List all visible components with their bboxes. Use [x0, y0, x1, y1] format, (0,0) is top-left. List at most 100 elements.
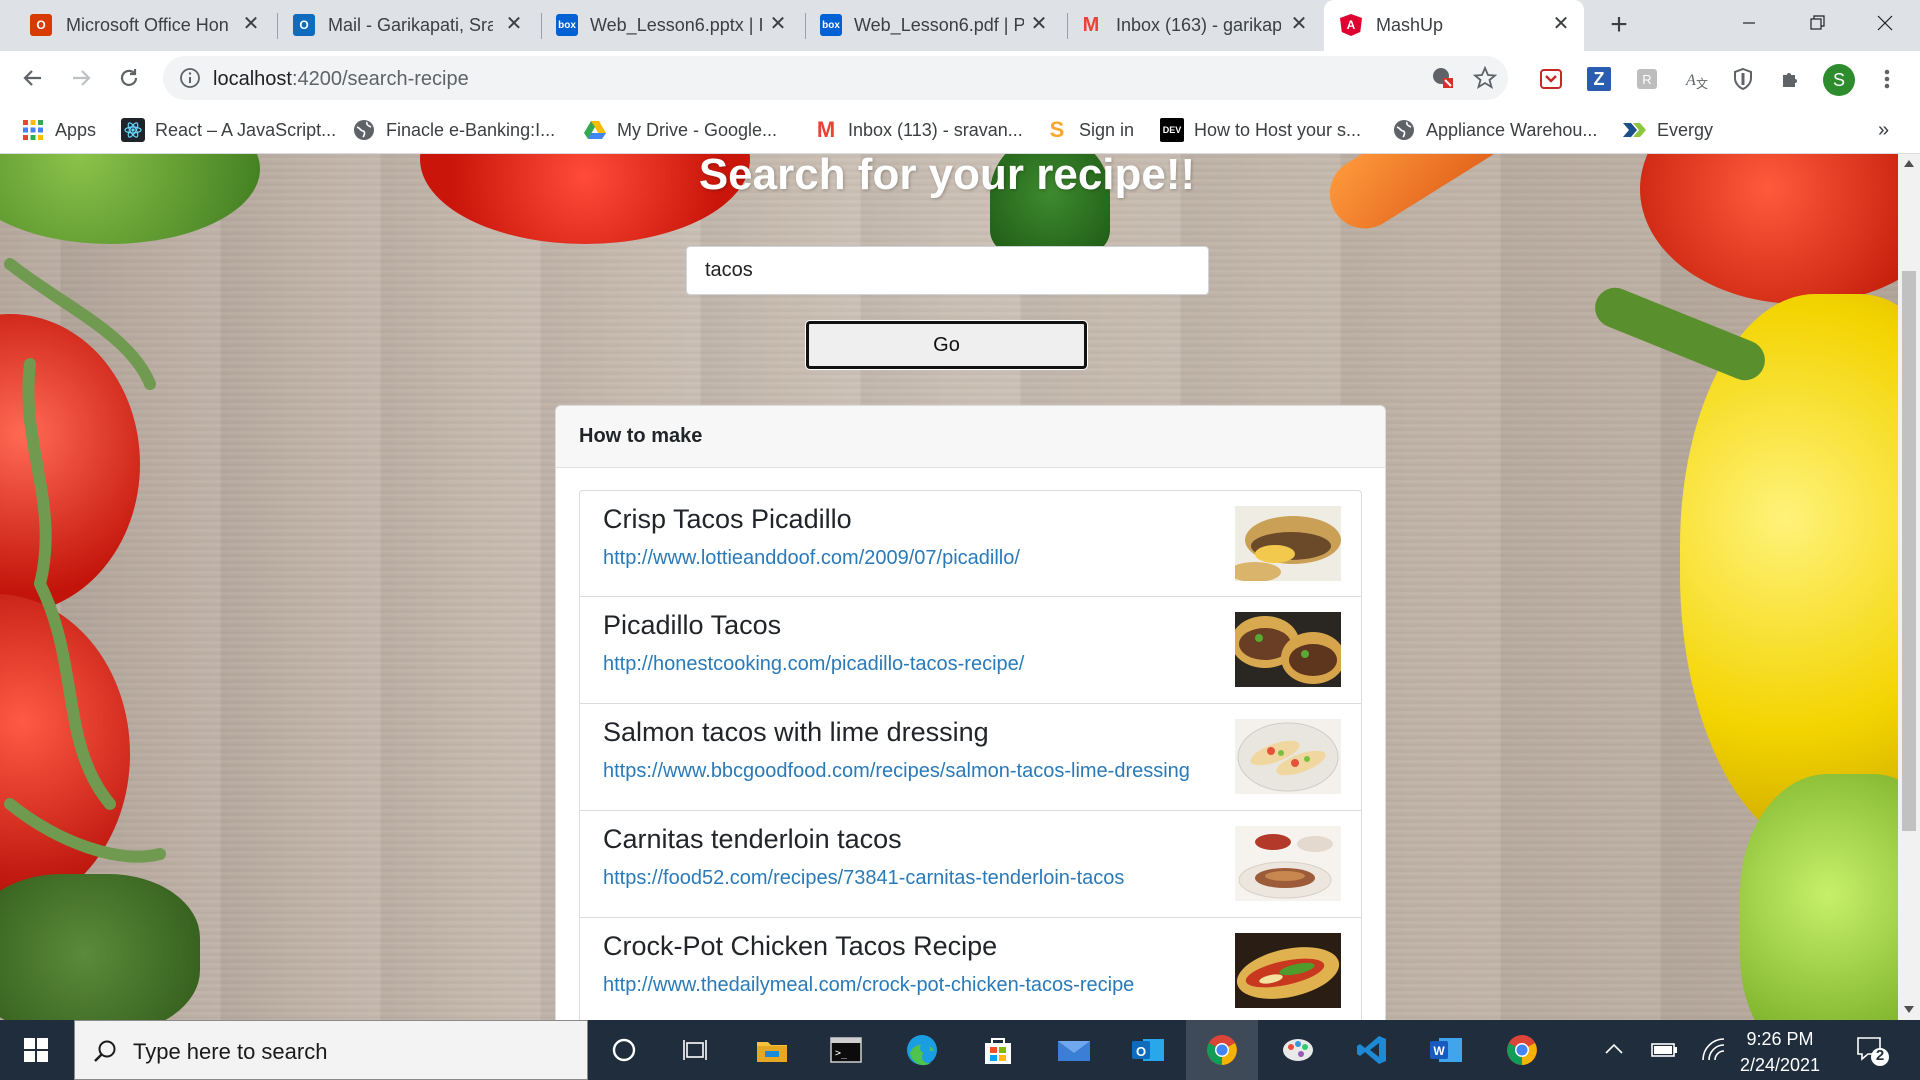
- cortana-button[interactable]: [588, 1020, 660, 1080]
- translate-blocked-icon[interactable]: [1431, 66, 1455, 90]
- tab-pptx[interactable]: box Web_Lesson6.pptx | I ✕: [542, 0, 804, 51]
- close-tab-icon[interactable]: ✕: [1288, 12, 1310, 36]
- list-item[interactable]: Picadillo Tacos http://honestcooking.com…: [579, 597, 1362, 704]
- info-icon[interactable]: [179, 67, 201, 89]
- profile-avatar[interactable]: S: [1823, 64, 1855, 96]
- tab-pdf[interactable]: box Web_Lesson6.pdf | P ✕: [806, 0, 1066, 51]
- go-button[interactable]: Go: [806, 321, 1087, 369]
- recipe-title: Salmon tacos with lime dressing: [603, 717, 989, 747]
- green-pepper-decoration: [1740, 774, 1898, 1020]
- list-item[interactable]: Carnitas tenderloin tacos https://food52…: [579, 811, 1362, 918]
- paint-button[interactable]: [1262, 1020, 1334, 1080]
- bookmark-evergy[interactable]: Evergy: [1623, 116, 1713, 144]
- file-explorer-button[interactable]: [736, 1020, 808, 1080]
- new-tab-button[interactable]: +: [1602, 9, 1636, 43]
- tab-title: Mail - Garikapati, Sra: [328, 15, 493, 35]
- start-button[interactable]: [0, 1020, 72, 1080]
- chrome-menu-button[interactable]: [1873, 65, 1901, 93]
- outlook-button[interactable]: O: [1112, 1020, 1184, 1080]
- address-bar[interactable]: localhost:4200/search-recipe: [163, 56, 1508, 100]
- mail-icon: [1058, 1041, 1090, 1061]
- results-list: Crisp Tacos Picadillo http://www.lottiea…: [579, 490, 1362, 1020]
- scrollbar-thumb[interactable]: [1902, 271, 1916, 831]
- chrome-button-2[interactable]: [1486, 1020, 1558, 1080]
- recipe-link[interactable]: https://www.bbcgoodfood.com/recipes/salm…: [603, 760, 1190, 783]
- bookmark-label: Sign in: [1079, 119, 1135, 140]
- bookmarks-overflow-button[interactable]: »: [1878, 116, 1889, 144]
- clock-time: 9:26 PM: [1746, 1029, 1814, 1049]
- close-window-button[interactable]: [1851, 0, 1919, 46]
- recipe-thumbnail: [1235, 612, 1341, 687]
- task-view-button[interactable]: [660, 1020, 732, 1080]
- chrome-button[interactable]: [1186, 1020, 1258, 1080]
- extensions-menu-button[interactable]: [1777, 65, 1805, 93]
- tab-title: MashUp: [1376, 15, 1444, 35]
- browser-toolbar: localhost:4200/search-recipe Z R A文 S: [0, 51, 1920, 106]
- bookmark-finacle[interactable]: Finacle e-Banking:I...: [352, 116, 555, 144]
- close-tab-icon[interactable]: ✕: [240, 12, 262, 36]
- list-item[interactable]: Salmon tacos with lime dressing https://…: [579, 704, 1362, 811]
- tab-microsoft-office[interactable]: O Microsoft Office Hon ✕: [0, 0, 276, 51]
- zotero-extension-button[interactable]: Z: [1585, 65, 1613, 93]
- vscode-button[interactable]: [1336, 1020, 1408, 1080]
- tab-mashup[interactable]: A MashUp ✕: [1324, 0, 1584, 51]
- close-tab-icon[interactable]: ✕: [1028, 12, 1050, 36]
- bookmark-google-drive[interactable]: My Drive - Google...: [583, 116, 777, 144]
- tab-title: Web_Lesson6.pdf | P: [854, 15, 1024, 35]
- vscode-icon: [1357, 1036, 1386, 1064]
- scroll-up-icon[interactable]: [1904, 160, 1914, 168]
- recipe-link[interactable]: http://honestcooking.com/picadillo-tacos…: [603, 653, 1024, 676]
- close-tab-icon[interactable]: ✕: [503, 12, 525, 36]
- extension-button[interactable]: R: [1633, 65, 1661, 93]
- bookmarks-bar: Apps React – A JavaScript... Finacle e-B…: [0, 106, 1920, 154]
- store-button[interactable]: [962, 1020, 1034, 1080]
- word-button[interactable]: W: [1410, 1020, 1482, 1080]
- system-clock[interactable]: 9:26 PM 2/24/2021: [1720, 1026, 1840, 1078]
- bookmark-label: How to Host your s...: [1194, 119, 1362, 140]
- action-center-button[interactable]: 2: [1854, 1032, 1890, 1068]
- shield-extension-button[interactable]: [1729, 65, 1757, 93]
- herbs-decoration: [0, 874, 200, 1020]
- terminal-button[interactable]: >_: [810, 1020, 882, 1080]
- bookmark-appliance[interactable]: Appliance Warehou...: [1392, 116, 1597, 144]
- tab-mail[interactable]: O Mail - Garikapati, Sra ✕: [278, 0, 540, 51]
- dev-icon: DEV: [1160, 118, 1184, 142]
- back-button[interactable]: [15, 60, 51, 96]
- recipe-link[interactable]: http://www.lottieanddoof.com/2009/07/pic…: [603, 547, 1020, 570]
- close-tab-icon[interactable]: ✕: [1550, 12, 1572, 36]
- restore-button[interactable]: [1783, 0, 1851, 46]
- url-text[interactable]: localhost:4200/search-recipe: [213, 68, 469, 91]
- taskbar-search-box[interactable]: Type here to search: [74, 1020, 588, 1080]
- mail-button[interactable]: [1038, 1020, 1110, 1080]
- pocket-extension-button[interactable]: [1537, 65, 1565, 93]
- recipe-link[interactable]: http://www.thedailymeal.com/crock-pot-ch…: [603, 974, 1134, 997]
- bookmark-dev[interactable]: DEV How to Host your s...: [1160, 116, 1361, 144]
- svg-text:Z: Z: [1594, 69, 1605, 89]
- translator-extension-button[interactable]: A文: [1681, 65, 1709, 93]
- battery-icon[interactable]: [1650, 1038, 1678, 1060]
- close-tab-icon[interactable]: ✕: [767, 12, 789, 36]
- bookmark-label: Apps: [55, 119, 97, 140]
- recipe-search-input[interactable]: [686, 246, 1209, 295]
- list-item[interactable]: Crock-Pot Chicken Tacos Recipe http://ww…: [579, 918, 1362, 1020]
- page-scrollbar[interactable]: [1898, 154, 1920, 1020]
- pocket-icon: [1540, 69, 1562, 89]
- edge-button[interactable]: [886, 1020, 958, 1080]
- bookmark-gmail[interactable]: M Inbox (113) - sravan...: [814, 116, 1023, 144]
- reload-button[interactable]: [111, 60, 147, 96]
- search-placeholder: Type here to search: [133, 1039, 328, 1064]
- page-title: Search for your recipe!!: [698, 154, 1196, 199]
- tab-gmail[interactable]: M Inbox (163) - garikap ✕: [1068, 0, 1324, 51]
- bookmark-apps[interactable]: Apps: [21, 116, 96, 144]
- list-item[interactable]: Crisp Tacos Picadillo http://www.lottiea…: [579, 490, 1362, 597]
- forward-button[interactable]: [63, 60, 99, 96]
- scroll-down-icon[interactable]: [1904, 1006, 1914, 1014]
- recipe-link[interactable]: https://food52.com/recipes/73841-carnita…: [603, 867, 1124, 890]
- show-hidden-icons-icon[interactable]: [1604, 1043, 1624, 1055]
- bookmark-react[interactable]: React – A JavaScript...: [121, 116, 336, 144]
- bookmark-sign-in[interactable]: S Sign in: [1045, 116, 1134, 144]
- recipe-thumbnail: [1235, 826, 1341, 901]
- minimize-button[interactable]: [1715, 0, 1783, 46]
- recipe-thumbnail: [1235, 506, 1341, 581]
- bookmark-star-icon[interactable]: [1473, 66, 1497, 90]
